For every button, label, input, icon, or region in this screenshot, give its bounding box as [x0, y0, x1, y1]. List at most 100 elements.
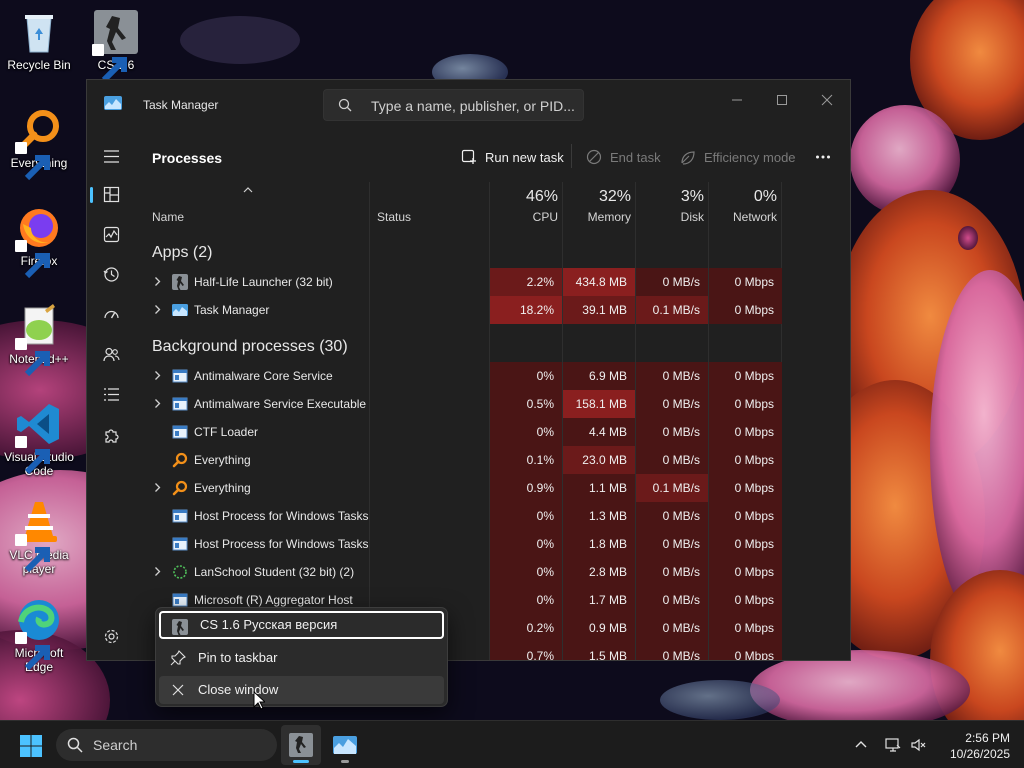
- shortcut-arrow-icon: [15, 142, 50, 181]
- nav-processes[interactable]: [100, 183, 122, 205]
- end-task-button[interactable]: End task: [586, 147, 661, 167]
- column-memory-percent[interactable]: 32%: [563, 188, 631, 206]
- taskbar-search-box[interactable]: Search: [56, 729, 277, 761]
- desktop-icon-notepadpp[interactable]: Notepad++: [0, 302, 78, 377]
- network-cell: 0 Mbps: [709, 530, 782, 558]
- column-header-name[interactable]: Name: [152, 210, 184, 224]
- nav-settings[interactable]: [100, 625, 122, 647]
- nav-services[interactable]: [100, 423, 122, 445]
- nav-details[interactable]: [100, 383, 122, 405]
- clock-time: 2:56 PM: [965, 731, 1010, 745]
- network-cell: 0 Mbps: [709, 642, 782, 660]
- windows-start-icon[interactable]: [19, 734, 43, 758]
- network-cell: 0 Mbps: [709, 296, 782, 324]
- search-input[interactable]: Type a name, publisher, or PID...: [323, 89, 584, 121]
- minimize-button[interactable]: [714, 86, 760, 114]
- process-name: Antimalware Core Service: [194, 369, 333, 383]
- run-task-icon: [461, 149, 476, 164]
- disk-cell: 0.1 MB/s: [636, 474, 708, 502]
- network-cell: 0 Mbps: [709, 418, 782, 446]
- column-header-network[interactable]: Network: [709, 210, 777, 224]
- process-name: Microsoft (R) Aggregator Host: [194, 593, 353, 607]
- title-bar[interactable]: Task Manager Type a name, publisher, or …: [87, 80, 850, 130]
- memory-cell: 6.9 MB: [563, 362, 635, 390]
- mouse-cursor-icon: [253, 691, 265, 710]
- shortcut-arrow-icon: [15, 338, 50, 377]
- cpu-cell: 0%: [490, 502, 562, 530]
- process-row[interactable]: Host Process for Windows Tasks 0% 1.8 MB 0 …: [135, 530, 831, 558]
- close-button[interactable]: [804, 86, 850, 114]
- jump-list-app-title[interactable]: CS 1.6 Русская версия: [159, 611, 444, 639]
- process-row[interactable]: Half-Life Launcher (32 bit) 2.2% 434.8 MB 0…: [135, 268, 831, 296]
- process-name: Everything: [194, 481, 251, 495]
- pin-to-taskbar-item[interactable]: Pin to taskbar: [159, 644, 444, 672]
- close-window-item[interactable]: Close window: [159, 676, 444, 704]
- desktop-icon-everything[interactable]: Everything: [0, 106, 78, 181]
- process-row[interactable]: Everything 0.9% 1.1 MB 0.1 MB/s 0 Mbps: [135, 474, 831, 502]
- column-header-status[interactable]: Status: [377, 210, 411, 224]
- process-name: LanSchool Student (32 bit) (2): [194, 565, 355, 579]
- taskbar-app-counter-strike[interactable]: [281, 725, 321, 765]
- column-header-disk[interactable]: Disk: [636, 210, 704, 224]
- cpu-cell: 0%: [490, 362, 562, 390]
- process-row[interactable]: Everything 0.1% 23.0 MB 0 MB/s 0 Mbps: [135, 446, 831, 474]
- column-disk-percent[interactable]: 3%: [636, 188, 704, 206]
- process-list: Apps (2) Background processes (30) Half-…: [135, 230, 831, 660]
- shortcut-arrow-icon: [15, 240, 50, 279]
- expand-chevron-icon[interactable]: [152, 370, 163, 381]
- expand-chevron-icon[interactable]: [152, 304, 163, 315]
- desktop-icon-edge[interactable]: Microsoft Edge: [0, 596, 78, 674]
- expand-chevron-icon[interactable]: [152, 566, 163, 577]
- efficiency-leaf-icon: [681, 151, 695, 165]
- memory-cell: 434.8 MB: [563, 268, 635, 296]
- sort-chevron-icon[interactable]: [243, 186, 253, 194]
- page-title: Processes: [152, 150, 223, 166]
- memory-cell: 4.4 MB: [563, 418, 635, 446]
- desktop-icon-label: Recycle Bin: [7, 58, 71, 72]
- nav-performance[interactable]: [100, 223, 122, 245]
- desktop-icon-vlc[interactable]: VLC media player: [0, 498, 78, 576]
- half-life-icon: [172, 274, 188, 290]
- process-row[interactable]: CTF Loader 0% 4.4 MB 0 MB/s 0 Mbps: [135, 418, 831, 446]
- desktop-icon-cs16[interactable]: CS 1.6 R...: [77, 8, 155, 83]
- disk-cell: 0 MB/s: [636, 614, 708, 642]
- nav-users[interactable]: [100, 343, 122, 365]
- lanschool-icon: [172, 564, 188, 580]
- column-header-cpu[interactable]: CPU: [490, 210, 558, 224]
- desktop-icon-firefox[interactable]: Firefox: [0, 204, 78, 279]
- network-display-icon[interactable]: [885, 737, 901, 753]
- show-hidden-icons-chevron-icon[interactable]: [853, 737, 869, 753]
- column-header-memory[interactable]: Memory: [563, 210, 631, 224]
- expand-chevron-icon[interactable]: [152, 276, 163, 287]
- column-network-percent[interactable]: 0%: [709, 188, 777, 206]
- volume-muted-icon[interactable]: [911, 737, 927, 753]
- run-new-task-button[interactable]: Run new task: [461, 147, 564, 167]
- network-cell: 0 Mbps: [709, 558, 782, 586]
- task-manager-window: Task Manager Type a name, publisher, or …: [86, 79, 851, 661]
- hamburger-menu-button[interactable]: [100, 145, 122, 167]
- nav-app-history[interactable]: [100, 263, 122, 285]
- process-row[interactable]: Task Manager 18.2% 39.1 MB 0.1 MB/s 0 Mbps: [135, 296, 831, 324]
- column-cpu-percent[interactable]: 46%: [490, 188, 558, 206]
- efficiency-mode-button[interactable]: Efficiency mode: [680, 147, 796, 167]
- process-row[interactable]: Host Process for Windows Tasks 0% 1.3 MB 0 …: [135, 502, 831, 530]
- processes-icon: [103, 186, 119, 202]
- process-row[interactable]: LanSchool Student (32 bit) (2) 0% 2.8 MB 0 …: [135, 558, 831, 586]
- desktop-icon-vscode[interactable]: Visual Studio Code: [0, 400, 78, 478]
- group-header-background: Background processes (30): [152, 338, 348, 355]
- desktop-icon-recycle-bin[interactable]: Recycle Bin: [0, 8, 78, 72]
- process-row[interactable]: Antimalware Core Service 0% 6.9 MB 0 MB/s 0 …: [135, 362, 831, 390]
- task-manager-icon: [104, 96, 122, 110]
- disk-cell: 0 MB/s: [636, 502, 708, 530]
- process-row[interactable]: Antimalware Service Executable 0.5% 158.1 …: [135, 390, 831, 418]
- expand-chevron-icon[interactable]: [152, 482, 163, 493]
- minimize-icon: [732, 99, 742, 101]
- system-clock[interactable]: 2:56 PM 10/26/2025: [936, 730, 1010, 762]
- pin-to-taskbar-label: Pin to taskbar: [198, 650, 278, 665]
- nav-startup-apps[interactable]: [100, 303, 122, 325]
- more-options-button[interactable]: [815, 147, 831, 167]
- taskbar-app-task-manager[interactable]: [325, 725, 365, 765]
- memory-cell: 1.8 MB: [563, 530, 635, 558]
- expand-chevron-icon[interactable]: [152, 398, 163, 409]
- maximize-button[interactable]: [759, 86, 805, 114]
